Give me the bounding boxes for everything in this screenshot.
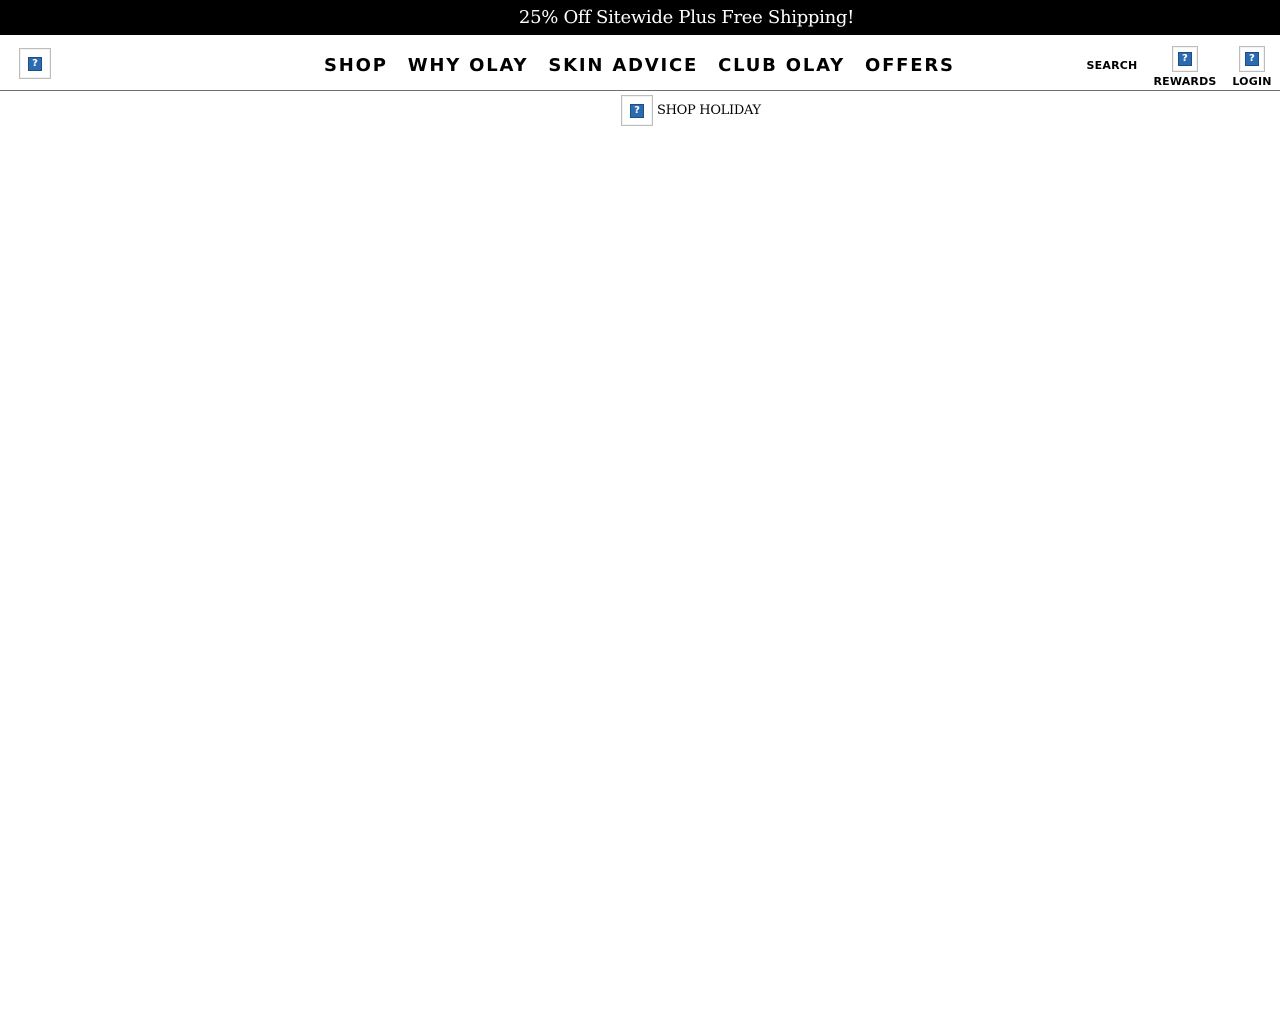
site-header: ? SHOP WHY OLAY SKIN ADVICE CLUB OLAY OF…	[0, 35, 1280, 91]
logo-broken-image-icon[interactable]: ?	[19, 48, 51, 79]
login-broken-image-icon: ?	[1239, 46, 1265, 72]
rewards-broken-image-icon: ?	[1172, 46, 1198, 72]
shop-holiday-label: SHOP HOLIDAY	[657, 103, 761, 118]
shop-holiday-broken-image-icon: ?	[621, 95, 653, 126]
broken-image-glyph-icon: ?	[28, 56, 42, 71]
main-nav: SHOP WHY OLAY SKIN ADVICE CLUB OLAY OFFE…	[314, 35, 965, 91]
rewards-label: REWARDS	[1153, 75, 1217, 88]
rewards-button[interactable]: ? REWARDS	[1150, 35, 1220, 91]
search-label: SEARCH	[1086, 58, 1138, 72]
broken-image-glyph-icon: ?	[1178, 52, 1192, 66]
login-label: LOGIN	[1232, 75, 1272, 88]
nav-item-shop[interactable]: SHOP	[314, 55, 398, 76]
shop-holiday-link[interactable]: ? SHOP HOLIDAY	[621, 95, 761, 126]
nav-item-offers[interactable]: OFFERS	[855, 55, 965, 76]
promo-banner[interactable]: 25% Off Sitewide Plus Free Shipping!	[0, 0, 1280, 35]
nav-item-skin-advice[interactable]: SKIN ADVICE	[538, 55, 708, 76]
broken-image-glyph-icon: ?	[630, 103, 644, 118]
search-button[interactable]: SEARCH	[1083, 35, 1141, 91]
nav-item-club-olay[interactable]: CLUB OLAY	[708, 55, 855, 76]
broken-image-glyph-icon: ?	[1245, 52, 1259, 66]
nav-item-why-olay[interactable]: WHY OLAY	[398, 55, 539, 76]
login-button[interactable]: ? LOGIN	[1228, 35, 1276, 91]
promo-text[interactable]: 25% Off Sitewide Plus Free Shipping!	[519, 7, 854, 28]
